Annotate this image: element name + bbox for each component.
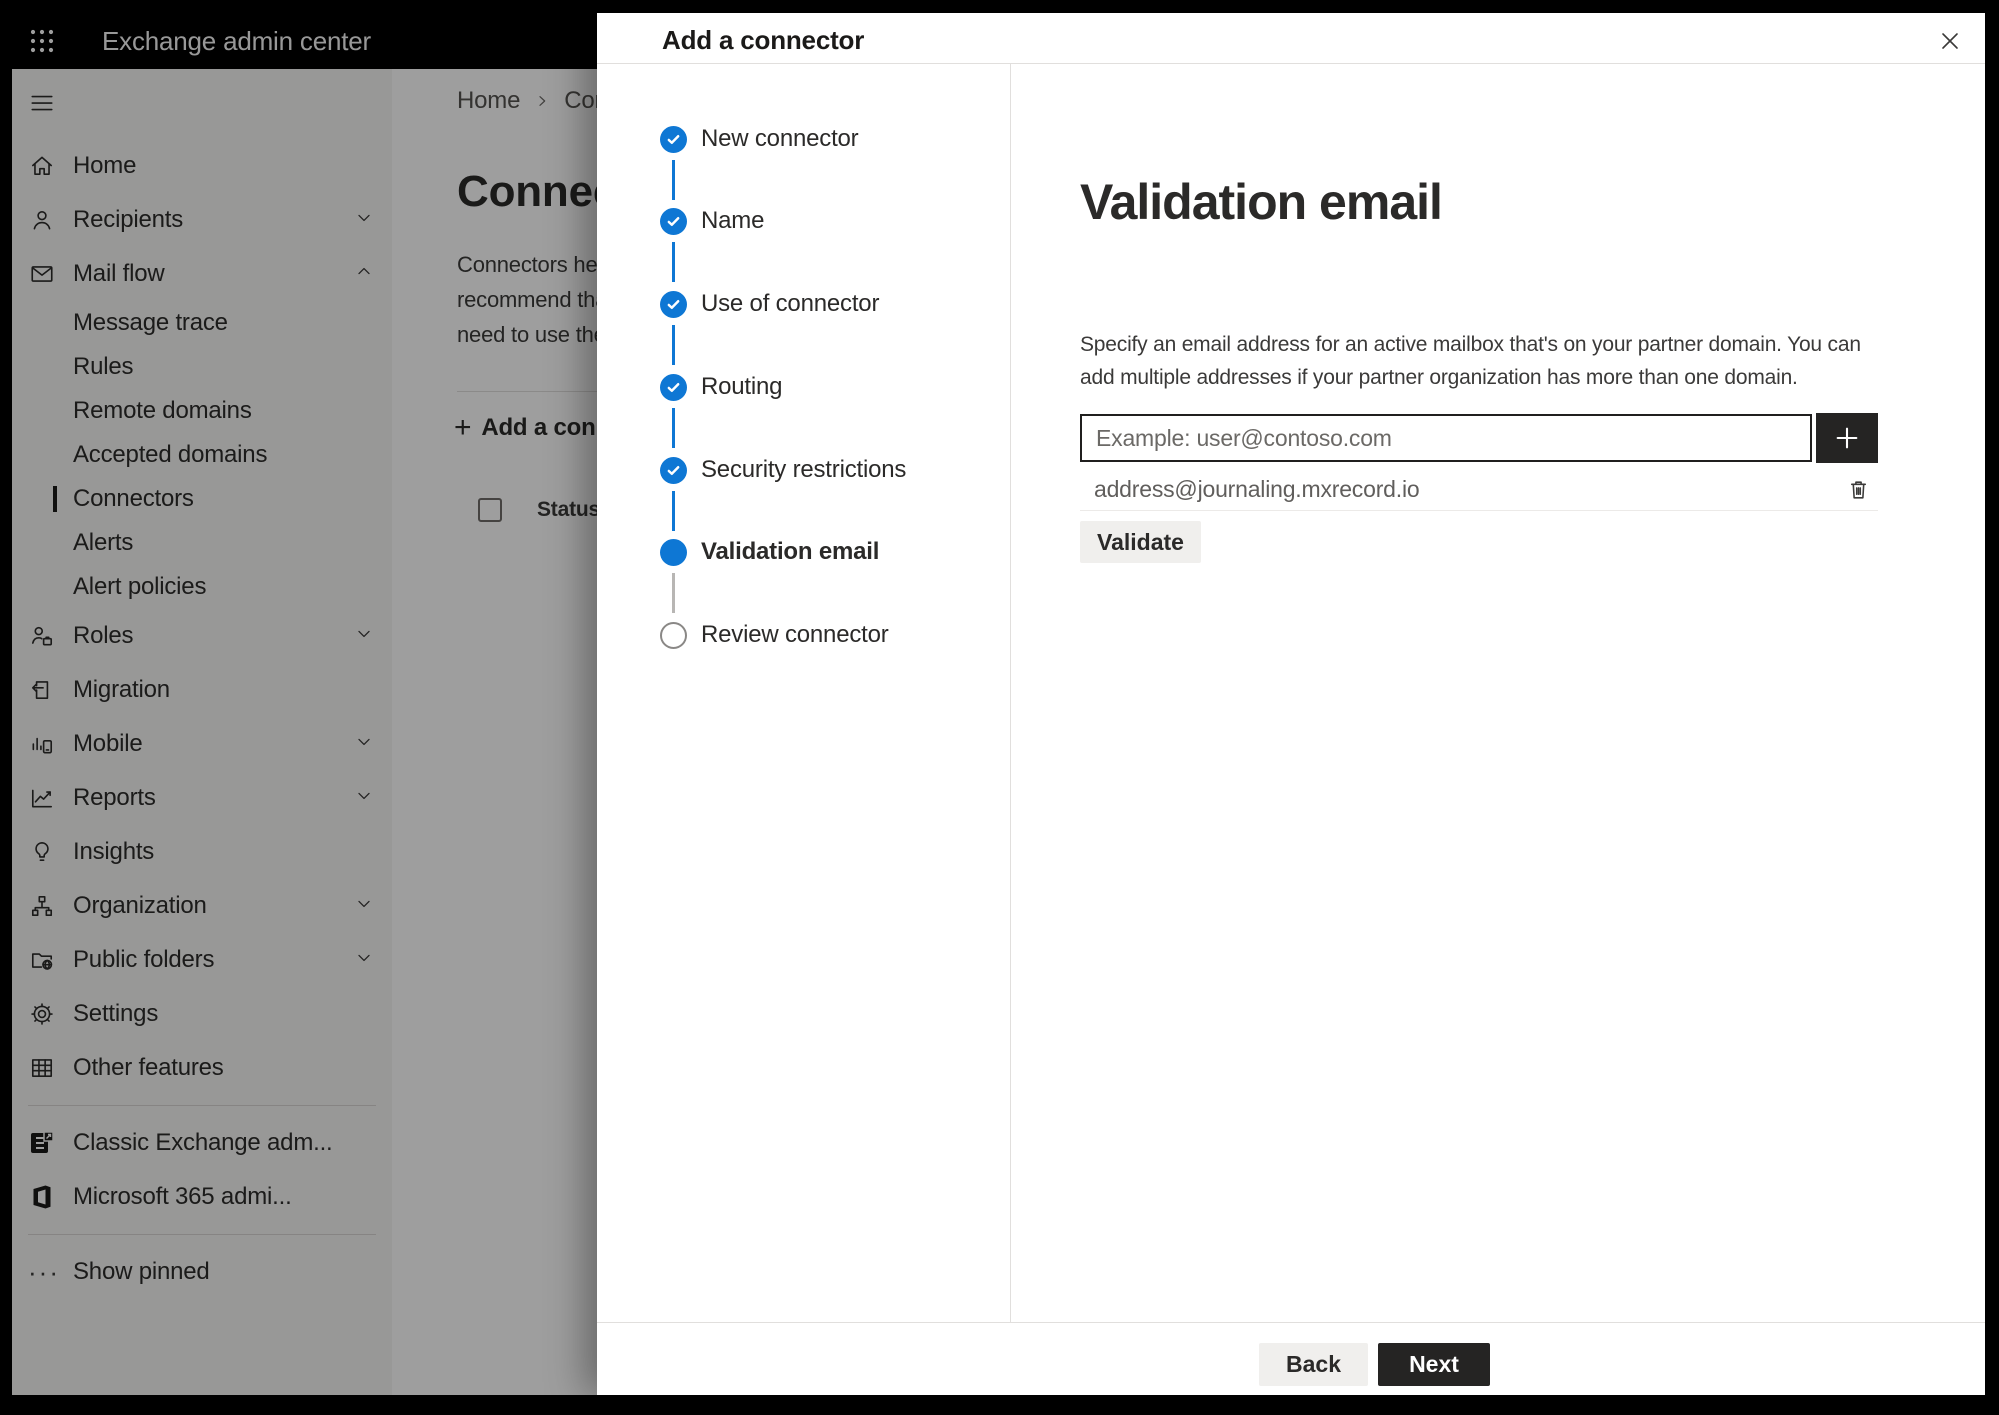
divider — [597, 1322, 1985, 1323]
step-routing[interactable]: Routing — [597, 360, 783, 414]
step-heading: Validation email — [1080, 174, 1443, 230]
close-icon — [1942, 33, 1958, 49]
divider — [1010, 64, 1011, 1322]
step-completed-icon — [660, 290, 687, 318]
panel-header: Add a connector — [597, 13, 1985, 63]
delete-address-button[interactable] — [1842, 473, 1874, 505]
step-description: Specify an email address for an active m… — [1080, 333, 1861, 389]
step-connector-line — [672, 408, 675, 448]
step-connector-line — [672, 573, 675, 613]
step-upcoming-icon — [660, 621, 687, 649]
address-list-item: address@journaling.mxrecord.io — [1080, 469, 1878, 510]
screen: Exchange admin center Home Recipients Ma… — [12, 13, 1985, 1395]
validate-button[interactable]: Validate — [1080, 521, 1201, 563]
step-connector-line — [672, 325, 675, 365]
divider — [1080, 510, 1878, 511]
step-current-icon — [660, 538, 687, 566]
step-completed-icon — [660, 373, 687, 401]
step-completed-icon — [660, 207, 687, 235]
add-email-button[interactable] — [1816, 413, 1878, 463]
step-completed-icon — [660, 456, 687, 484]
next-button[interactable]: Next — [1378, 1343, 1490, 1386]
address-value: address@journaling.mxrecord.io — [1094, 476, 1420, 502]
add-connector-panel: Add a connector New connector Name Use o… — [597, 13, 1985, 1395]
trash-icon — [1850, 480, 1866, 499]
step-use-of-connector[interactable]: Use of connector — [597, 277, 879, 331]
step-connector-line — [672, 242, 675, 282]
back-button[interactable]: Back — [1259, 1343, 1368, 1386]
step-completed-icon — [660, 125, 687, 153]
step-name[interactable]: Name — [597, 194, 764, 248]
plus-icon — [1836, 427, 1858, 449]
step-validation-email[interactable]: Validation email — [597, 525, 879, 579]
step-new-connector[interactable]: New connector — [597, 112, 859, 166]
step-review-connector[interactable]: Review connector — [597, 608, 889, 662]
close-button[interactable] — [1935, 26, 1965, 56]
divider — [597, 63, 1985, 64]
email-entry-row — [1080, 413, 1878, 463]
email-input[interactable] — [1080, 414, 1812, 462]
step-security-restrictions[interactable]: Security restrictions — [597, 443, 906, 497]
panel-title: Add a connector — [662, 25, 865, 55]
